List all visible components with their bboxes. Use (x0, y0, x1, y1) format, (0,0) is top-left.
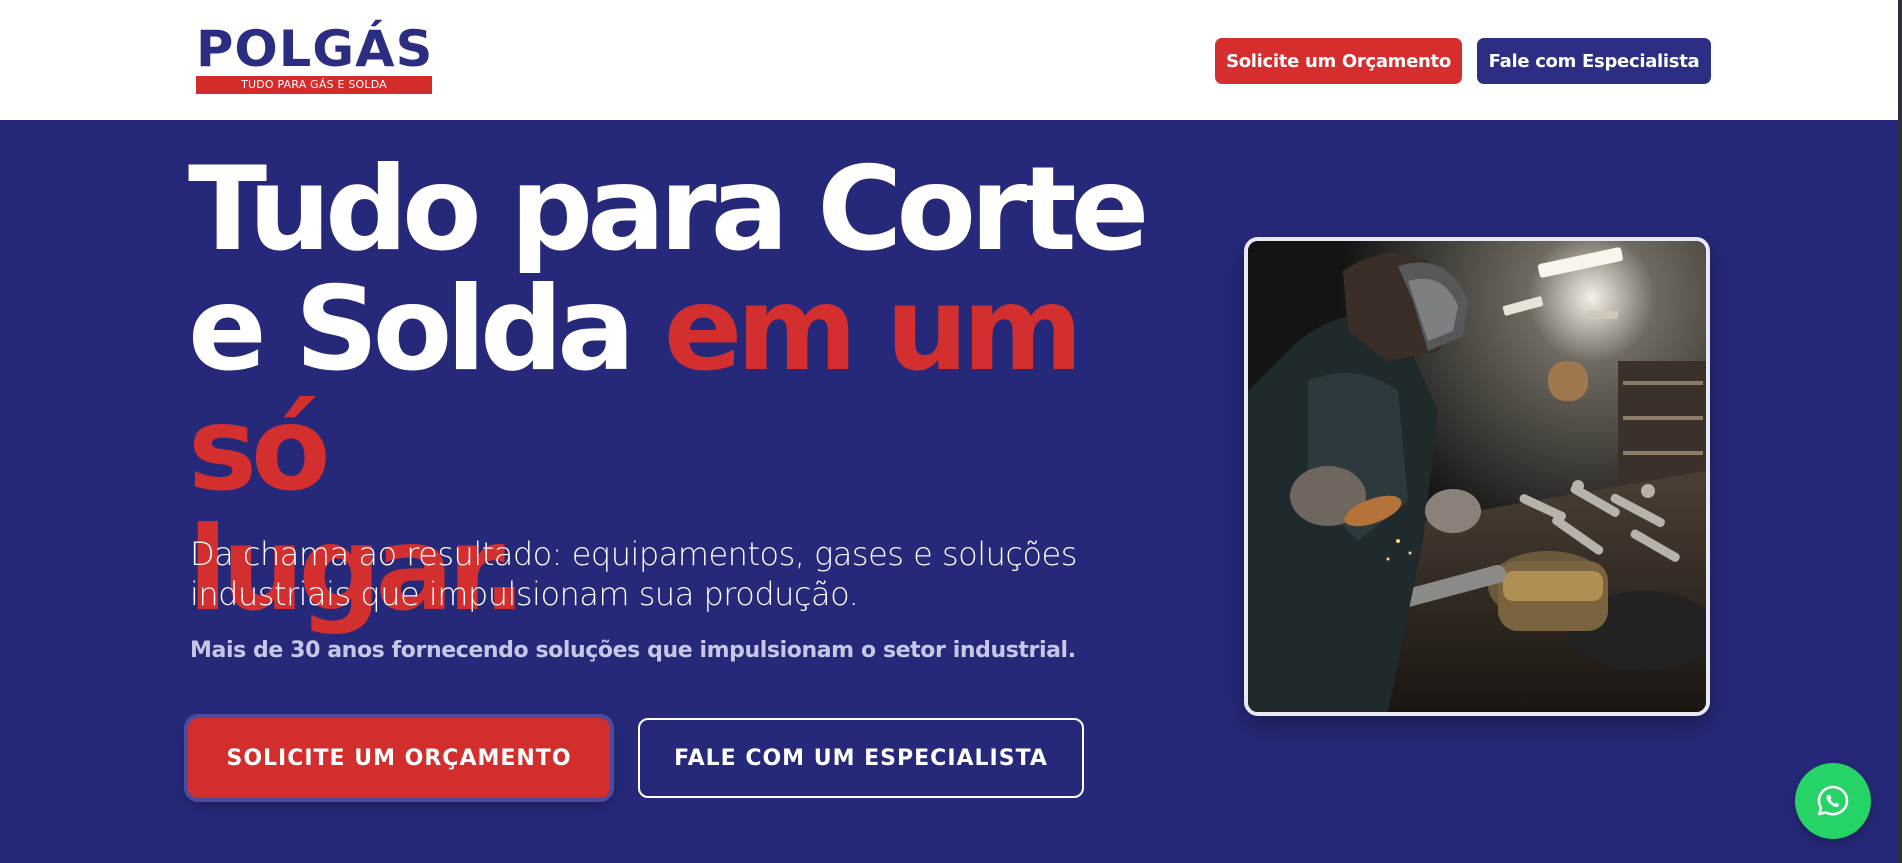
welder-photo (1244, 237, 1710, 716)
headline-line-2-white: e Solda (188, 262, 664, 397)
site-header: POLGÁS TUDO PARA GÁS E SOLDA Solicite um… (0, 0, 1902, 120)
hero-subtitle: Da chama ao resultado: equipamentos, gas… (190, 535, 1077, 613)
cta-specialist-button[interactable]: FALE COM UM ESPECIALISTA (638, 718, 1084, 798)
header-specialist-button[interactable]: Fale com Especialista (1477, 38, 1711, 84)
headline-line-1: Tudo para Corte (188, 142, 1149, 277)
whatsapp-button[interactable] (1795, 763, 1871, 839)
headline-line-2: e Solda em um só (188, 270, 1208, 510)
whatsapp-icon (1817, 785, 1849, 816)
logo-tagline: TUDO PARA GÁS E SOLDA (196, 76, 432, 94)
logo-wordmark: POLGÁS (196, 20, 434, 78)
header-quote-button[interactable]: Solicite um Orçamento (1215, 38, 1462, 84)
cta-quote-button[interactable]: SOLICITE UM ORÇAMENTO (188, 718, 610, 798)
window-edge (1898, 0, 1902, 863)
hero-tagline: Mais de 30 anos fornecendo soluções que … (190, 638, 1076, 663)
polgas-logo[interactable]: POLGÁS TUDO PARA GÁS E SOLDA (196, 24, 432, 94)
